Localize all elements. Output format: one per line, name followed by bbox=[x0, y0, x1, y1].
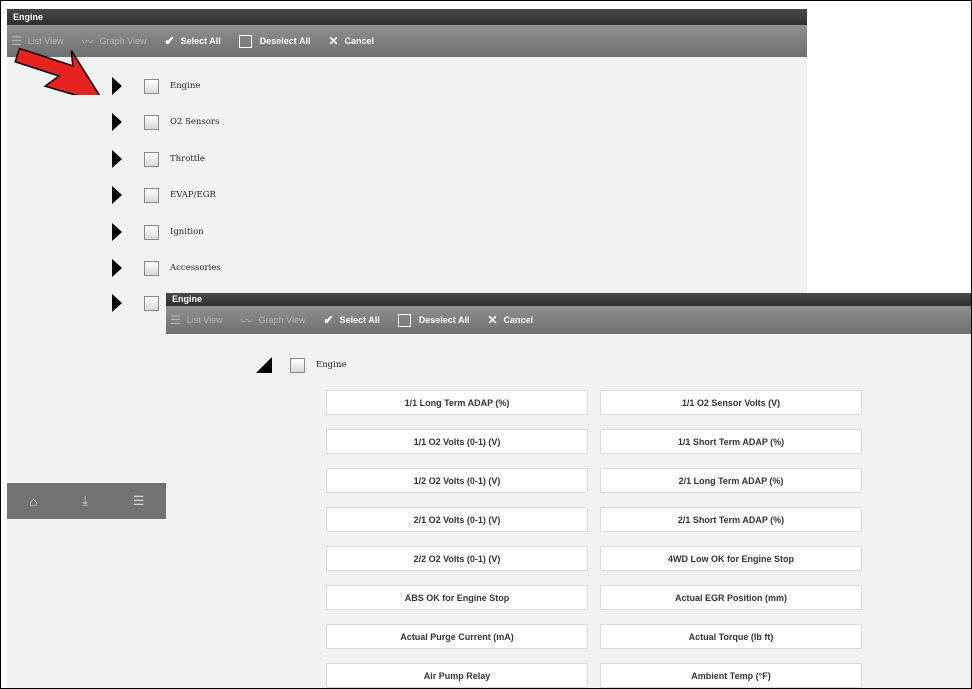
expand-arrow-icon[interactable] bbox=[112, 223, 122, 241]
category-checkbox[interactable] bbox=[144, 78, 159, 94]
pid-button[interactable]: 1/1 Short Term ADAP (%) bbox=[600, 429, 862, 454]
category-checkbox[interactable] bbox=[144, 295, 159, 311]
checkbox-icon bbox=[238, 34, 252, 48]
home-icon[interactable]: ⌂ bbox=[29, 494, 37, 509]
pid-button[interactable]: 2/1 Short Term ADAP (%) bbox=[600, 507, 862, 532]
expand-arrow-icon[interactable] bbox=[112, 294, 122, 312]
red-arrow-icon bbox=[14, 47, 107, 95]
screenshot-frame: Engine ☰ List View 〰 Graph View ✔ Select… bbox=[0, 0, 972, 689]
expand-arrow-icon[interactable] bbox=[112, 77, 122, 95]
pid-window: Engine ☰ List View 〰 Graph View ✔ Select… bbox=[166, 293, 971, 688]
close-icon: ✕ bbox=[328, 34, 339, 48]
category-checkbox[interactable] bbox=[144, 224, 159, 240]
select-all-button[interactable]: ✔ Select All bbox=[165, 34, 221, 48]
pid-button[interactable]: Actual Purge Current (mA) bbox=[326, 624, 588, 649]
category-checkbox[interactable] bbox=[144, 187, 159, 203]
pid-button[interactable]: 2/2 O2 Volts (0-1) (V) bbox=[326, 546, 588, 571]
category-row-throttle[interactable]: Throttle bbox=[112, 149, 205, 169]
category-row-hidden[interactable] bbox=[112, 293, 170, 313]
collapse-arrow-icon[interactable] bbox=[256, 357, 272, 373]
pid-button[interactable]: 1/1 O2 Sensor Volts (V) bbox=[600, 390, 862, 415]
window-title: Engine bbox=[7, 9, 807, 25]
deselect-all-button[interactable]: Deselect All bbox=[397, 313, 469, 327]
category-checkbox[interactable] bbox=[144, 260, 159, 276]
expand-arrow-icon[interactable] bbox=[112, 150, 122, 168]
window-title: Engine bbox=[166, 293, 971, 306]
bottom-toolbar: ⌂ ⤓ ☰ bbox=[7, 483, 167, 519]
graph-view-button[interactable]: 〰 Graph View bbox=[241, 312, 306, 329]
check-icon: ✔ bbox=[323, 313, 334, 327]
category-row-o2-sensors[interactable]: O2 Sensors bbox=[112, 112, 219, 132]
pid-button[interactable]: Actual Torque (lb ft) bbox=[600, 624, 862, 649]
pid-grid: 1/1 Long Term ADAP (%) 1/1 O2 Sensor Vol… bbox=[326, 390, 862, 688]
graph-icon: 〰 bbox=[240, 313, 253, 328]
pid-button[interactable]: Ambient Temp (°F) bbox=[600, 663, 862, 688]
category-row-ignition[interactable]: Ignition bbox=[112, 222, 204, 242]
deselect-all-button[interactable]: Deselect All bbox=[238, 34, 310, 48]
cancel-button[interactable]: ✕ Cancel bbox=[328, 34, 374, 48]
pid-button[interactable]: Actual EGR Position (mm) bbox=[600, 585, 862, 610]
pid-button[interactable]: 2/1 Long Term ADAP (%) bbox=[600, 468, 862, 493]
pid-button[interactable]: 2/1 O2 Volts (0-1) (V) bbox=[326, 507, 588, 532]
filter-icon[interactable]: ☰ bbox=[133, 493, 145, 509]
select-all-button[interactable]: ✔ Select All bbox=[324, 313, 380, 327]
pid-button[interactable]: 1/2 O2 Volts (0-1) (V) bbox=[326, 468, 588, 493]
list-icon: ☰ bbox=[170, 313, 181, 327]
pid-button[interactable]: 4WD Low OK for Engine Stop bbox=[600, 546, 862, 571]
expand-arrow-icon[interactable] bbox=[112, 113, 122, 131]
category-row-accessories[interactable]: Accessories bbox=[112, 258, 221, 278]
pid-button[interactable]: 1/1 Long Term ADAP (%) bbox=[326, 390, 588, 415]
category-checkbox[interactable] bbox=[144, 151, 159, 167]
pid-button[interactable]: Air Pump Relay bbox=[326, 663, 588, 688]
group-header-engine[interactable]: Engine bbox=[256, 357, 346, 373]
pid-button[interactable]: ABS OK for Engine Stop bbox=[326, 585, 588, 610]
toolbar: ☰ List View 〰 Graph View ✔ Select All De… bbox=[166, 306, 971, 334]
category-row-evap-egr[interactable]: EVAP/EGR bbox=[112, 185, 216, 205]
toolbar: ☰ List View 〰 Graph View ✔ Select All De… bbox=[7, 25, 807, 57]
pid-button[interactable]: 1/1 O2 Volts (0-1) (V) bbox=[326, 429, 588, 454]
expand-arrow-icon[interactable] bbox=[112, 186, 122, 204]
category-checkbox[interactable] bbox=[144, 114, 159, 130]
save-icon[interactable]: ⤓ bbox=[82, 493, 88, 509]
expand-arrow-icon[interactable] bbox=[112, 259, 122, 277]
checkbox-icon bbox=[397, 313, 411, 327]
close-icon: ✕ bbox=[487, 313, 498, 327]
group-checkbox[interactable] bbox=[290, 357, 305, 373]
cancel-button[interactable]: ✕ Cancel bbox=[487, 313, 533, 327]
check-icon: ✔ bbox=[164, 34, 175, 48]
category-row-engine[interactable]: Engine bbox=[112, 76, 200, 96]
list-view-button[interactable]: ☰ List View bbox=[170, 313, 223, 327]
